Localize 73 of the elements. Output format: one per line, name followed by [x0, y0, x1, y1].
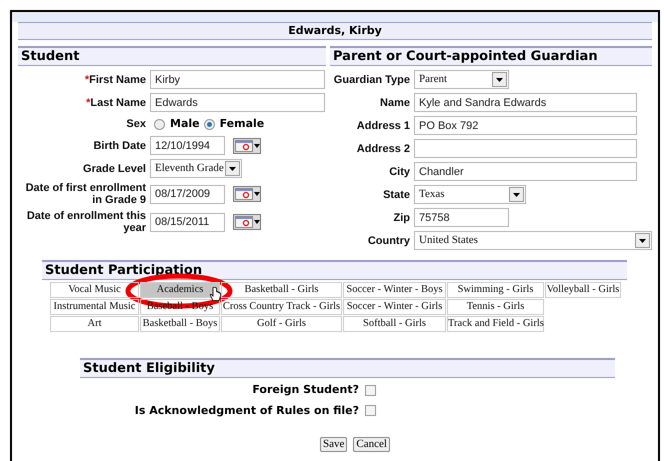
question-label: Foreign Student? — [251, 382, 360, 398]
dropdown-field[interactable]: Eleventh Grade — [150, 159, 242, 178]
activity-toggle[interactable]: Soccer - Winter - Boys — [343, 282, 446, 298]
text-field[interactable]: Kirby — [150, 70, 325, 89]
caret-icon — [254, 192, 260, 196]
field-label: Address 1 — [356, 120, 411, 132]
activity-toggle[interactable]: Golf - Girls — [221, 316, 342, 332]
activity-toggle[interactable]: Art — [50, 316, 139, 332]
activity-toggle[interactable]: Basketball - Boys — [140, 316, 220, 332]
calendar-button[interactable] — [233, 214, 261, 230]
field-label: Birth Date — [92, 140, 147, 152]
date-field[interactable]: 12/10/1994 — [150, 136, 225, 155]
activity-toggle[interactable]: Academics — [140, 282, 220, 298]
field-label: City — [388, 166, 411, 178]
field-label: *First Name — [84, 74, 147, 86]
field-label: Guardian Type — [332, 74, 411, 86]
activity-toggle[interactable]: Track and Field - Girls — [447, 316, 544, 332]
calendar-icon — [235, 140, 253, 152]
record-title: Edwards, Kirby — [18, 22, 652, 40]
activity-toggle[interactable]: Vocal Music — [50, 282, 139, 298]
dropdown-field[interactable]: Parent — [414, 70, 509, 89]
caret-icon — [496, 78, 503, 82]
radio-label: Female — [220, 116, 264, 132]
text-field[interactable]: Chandler — [414, 162, 637, 181]
field-label: Sex — [125, 118, 147, 130]
caret-icon — [229, 166, 236, 170]
calendar-button[interactable] — [233, 138, 261, 154]
section-heading: Student — [18, 46, 326, 66]
text-field[interactable]: Kyle and Sandra Edwards — [414, 93, 637, 112]
radio-button[interactable] — [154, 118, 165, 130]
text-field[interactable] — [414, 139, 637, 158]
caret-icon — [254, 144, 260, 148]
activity-toggle[interactable]: Soccer - Winter - Girls — [343, 299, 446, 315]
field-label: Name — [379, 96, 411, 108]
caret-icon — [639, 238, 646, 242]
caret-icon — [254, 220, 260, 224]
section-heading: Parent or Court-appointed Guardian — [330, 46, 652, 66]
save-button[interactable]: Save — [320, 437, 348, 452]
radio-label: Male — [170, 116, 200, 132]
field-label: State — [382, 188, 411, 200]
activity-toggle[interactable]: Instrumental Music — [50, 299, 139, 315]
field-label: Address 2 — [356, 142, 411, 154]
calendar-icon — [235, 216, 253, 228]
dropdown-field[interactable]: United States — [414, 231, 652, 250]
activity-toggle[interactable]: Volleyball - Girls — [545, 282, 621, 298]
checkbox[interactable] — [365, 405, 376, 416]
field-label: Zip — [392, 212, 411, 224]
caret-icon — [513, 192, 520, 196]
date-field[interactable]: 08/17/2009 — [150, 184, 225, 204]
dropdown-field[interactable]: Texas — [414, 185, 526, 204]
activity-toggle[interactable]: Cross Country Track - Girls — [221, 299, 342, 315]
activity-toggle[interactable]: Swimming - Girls — [447, 282, 544, 298]
activity-toggle[interactable]: Tennis - Girls — [447, 299, 544, 315]
radio-button[interactable] — [204, 118, 215, 130]
calendar-button[interactable] — [233, 186, 261, 202]
text-field[interactable]: PO Box 792 — [414, 116, 637, 135]
activity-toggle[interactable]: Basketball - Girls — [221, 282, 342, 298]
field-label: Date of enrollment this year — [26, 210, 147, 234]
calendar-icon — [235, 188, 253, 200]
field-label: Grade Level — [82, 162, 147, 174]
section-heading: Student Eligibility — [80, 358, 615, 378]
hand-cursor-icon — [210, 287, 221, 302]
question-label: Is Acknowledgment of Rules on file? — [134, 402, 360, 418]
text-field[interactable]: Edwards — [150, 93, 325, 112]
cancel-button[interactable]: Cancel — [353, 437, 390, 452]
field-label: Country — [366, 234, 411, 246]
text-field[interactable]: 75758 — [414, 208, 509, 227]
section-heading: Student Participation — [42, 260, 627, 280]
activity-toggle[interactable]: Softball - Girls — [343, 316, 446, 332]
field-label: *Last Name — [85, 96, 147, 108]
date-field[interactable]: 08/15/2011 — [150, 212, 225, 232]
checkbox[interactable] — [365, 384, 376, 396]
field-label: Date of first enrollment in Grade 9 — [24, 182, 147, 206]
